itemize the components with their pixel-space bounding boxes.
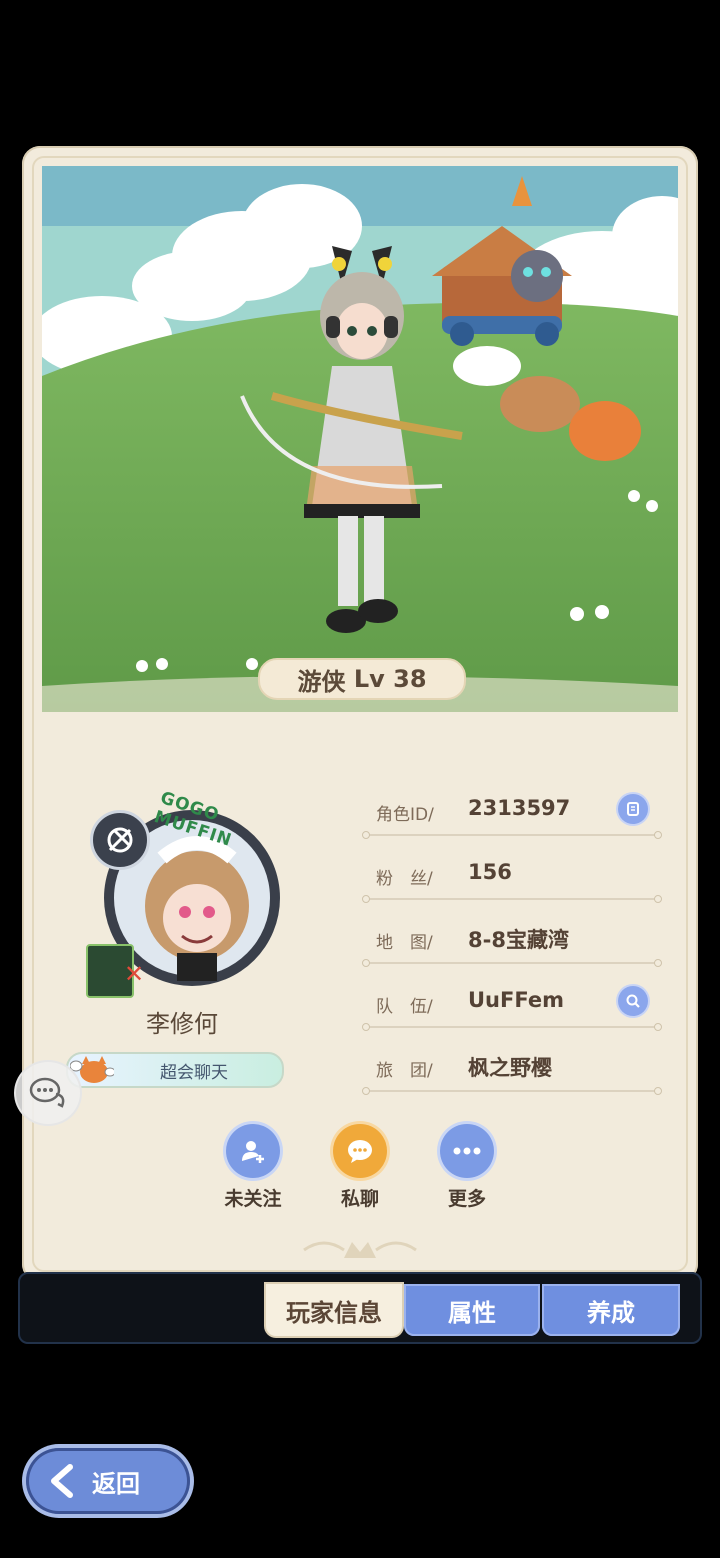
add-user-icon	[242, 1141, 264, 1163]
follow-label: 未关注	[224, 1188, 282, 1210]
back-label: 返回	[92, 1469, 140, 1498]
tab-cultivation[interactable]: 养成	[542, 1284, 680, 1336]
level-prefix: Lv	[353, 665, 385, 693]
info-label: 队 伍/	[376, 997, 433, 1017]
info-value: UuFFem	[468, 988, 564, 1012]
view-team-button[interactable]	[618, 986, 648, 1016]
private-chat-label: 私聊	[340, 1188, 379, 1210]
chat-circle	[333, 1124, 387, 1178]
tab-label: 玩家信息	[286, 1298, 382, 1327]
more-circle	[440, 1124, 494, 1178]
info-value: 枫之野樱	[468, 1056, 552, 1080]
more-button[interactable]: 更多	[417, 1124, 517, 1211]
card-ornament	[303, 1241, 417, 1258]
more-dots-icon	[453, 1147, 481, 1155]
frame-close-mark-icon: ✕	[124, 960, 145, 988]
follow-button[interactable]: 未关注	[203, 1124, 303, 1211]
info-row-guild: 旅 团/ 枫之野樱	[362, 1042, 662, 1102]
info-value: 8-8宝藏湾	[468, 928, 569, 952]
follow-circle	[226, 1124, 280, 1178]
floating-chat-button[interactable]	[14, 1060, 82, 1126]
level-value: 38	[393, 665, 427, 693]
row-divider	[362, 831, 662, 839]
class-emblem-icon	[90, 810, 150, 870]
avatar[interactable]: GOGO MUFFIN ✕	[82, 788, 292, 998]
class-label: 游侠	[297, 667, 346, 696]
chat-bubble-icon	[348, 1140, 372, 1163]
row-divider	[362, 959, 662, 967]
title-badge-label: 超会聊天	[160, 1062, 228, 1083]
row-divider	[362, 895, 662, 903]
info-label: 地 图/	[376, 933, 433, 953]
info-label: 旅 团/	[376, 1061, 433, 1081]
tab-player-info[interactable]: 玩家信息	[266, 1284, 402, 1336]
info-value: 2313597	[468, 796, 571, 820]
info-row-map: 地 图/ 8-8宝藏湾	[362, 914, 662, 974]
search-icon	[626, 994, 640, 1008]
title-badge[interactable]: 超会聊天	[66, 1052, 284, 1088]
tab-attributes[interactable]: 属性	[404, 1284, 540, 1336]
info-row-role-id: 角色ID/ 2313597	[362, 786, 662, 846]
class-level-badge: 游侠 Lv 38	[258, 658, 466, 700]
info-label: 粉 丝/	[376, 869, 433, 889]
player-name: 李修何	[146, 1010, 218, 1038]
back-arrow-icon	[51, 1464, 73, 1498]
info-value: 156	[468, 860, 512, 884]
row-divider	[362, 1087, 662, 1095]
info-row-team: 队 伍/ UuFFem	[362, 978, 662, 1038]
character-scene-illustration	[42, 166, 678, 712]
private-chat-button[interactable]: 私聊	[310, 1124, 410, 1211]
info-label: 角色ID/	[376, 805, 434, 825]
copy-id-button[interactable]	[618, 794, 648, 824]
tab-label: 属性	[448, 1298, 496, 1327]
back-button[interactable]: 返回	[26, 1448, 190, 1514]
copy-icon	[627, 802, 639, 816]
more-label: 更多	[447, 1188, 486, 1210]
chat-bubbles-icon	[29, 1077, 65, 1108]
row-divider	[362, 1023, 662, 1031]
info-row-fans: 粉 丝/ 156	[362, 850, 662, 910]
tab-label: 养成	[587, 1298, 635, 1327]
